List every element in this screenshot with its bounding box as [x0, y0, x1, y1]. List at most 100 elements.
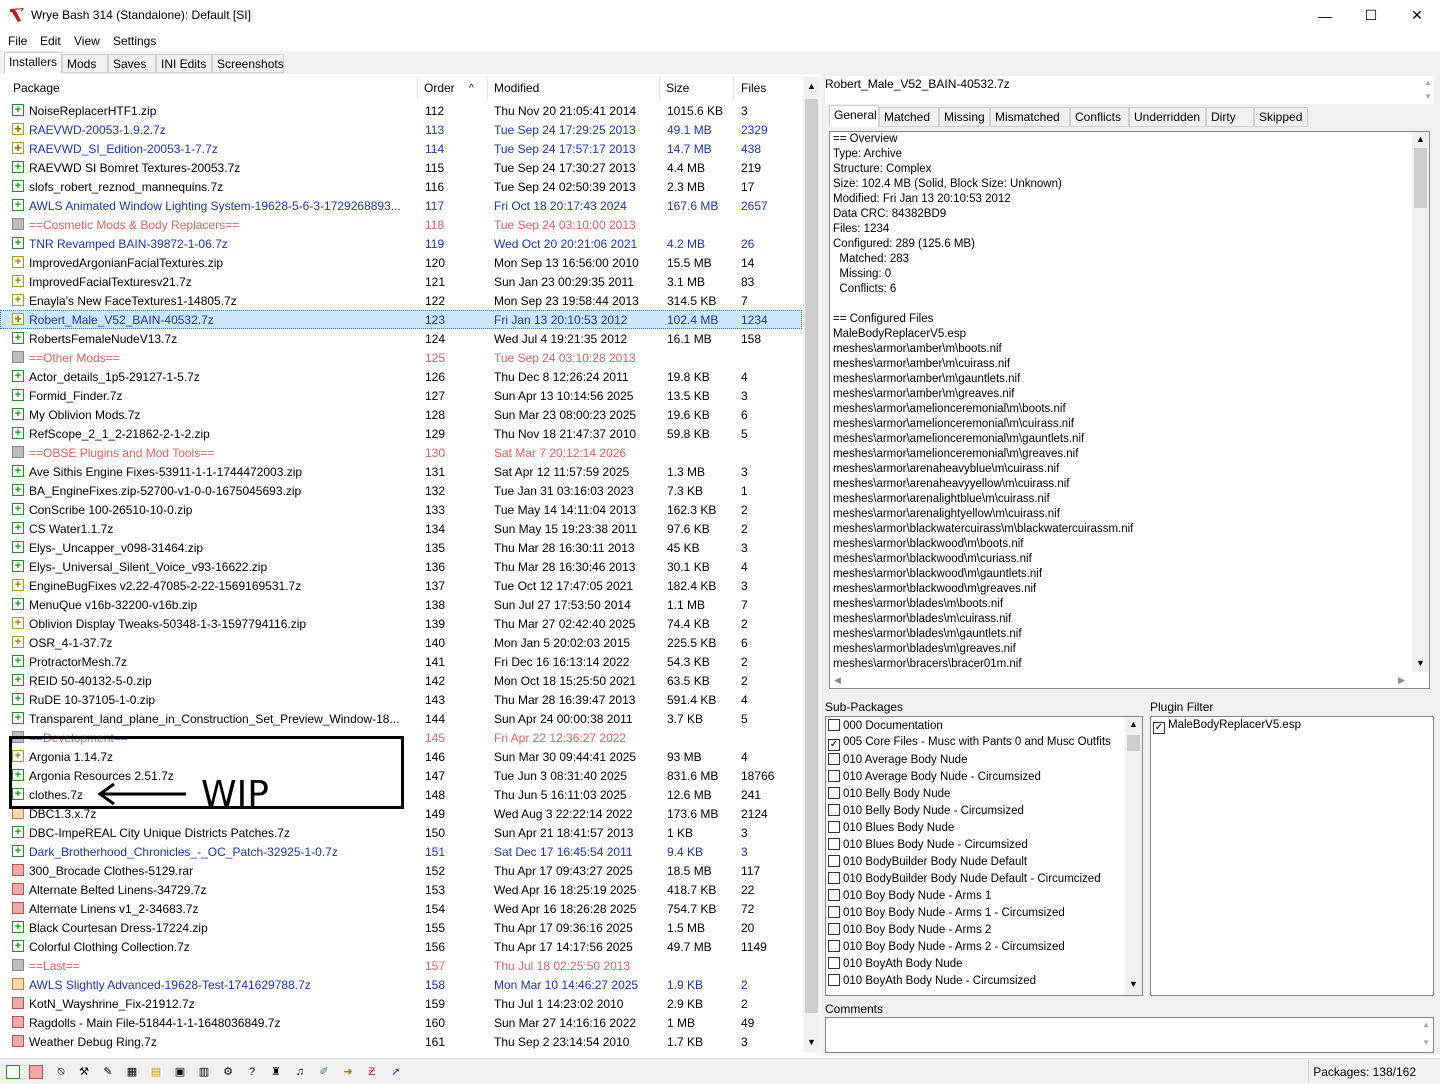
package-row[interactable]: + ProtractorMesh.7z 141 Fri Dec 16 16:13:14… — [0, 652, 802, 671]
package-status-checkbox-icon[interactable]: + — [12, 636, 24, 648]
package-row[interactable]: + Formid_Finder.7z 127 Sun Apr 13 10:14:56 … — [0, 386, 802, 405]
package-row[interactable]: + BA_EngineFixes.zip-52700-v1-0-0-1675045… — [0, 481, 802, 500]
package-row[interactable]: + RobertsFemaleNudeV13.7z 124 Wed Jul 4 19:… — [0, 329, 802, 348]
package-row[interactable]: 300_Brocade Clothes-5129.rar 152 Thu Apr 1… — [0, 861, 802, 880]
package-status-checkbox-icon[interactable] — [12, 997, 24, 1009]
package-status-checkbox-icon[interactable]: + — [12, 845, 24, 857]
tab-general[interactable]: General — [829, 105, 879, 127]
package-row[interactable]: Alternate Linens v1_2-34683.7z 154 Wed Apr… — [0, 899, 802, 918]
column-header-order[interactable]: Order — [424, 77, 455, 100]
red-checkbox-icon[interactable] — [29, 1065, 43, 1079]
package-row[interactable]: + EngineBugFixes v2.22-47085-2-22-1569169… — [0, 576, 802, 595]
headphones-icon[interactable]: ♫ — [293, 1065, 307, 1079]
gear-icon[interactable]: ⚙ — [221, 1065, 235, 1079]
column-separator[interactable] — [659, 77, 660, 100]
package-row[interactable]: + ImprovedFacialTexturesv21.7z 121 Sun Jan … — [0, 272, 802, 291]
checkbox-icon[interactable] — [828, 923, 840, 935]
package-status-checkbox-icon[interactable] — [12, 902, 24, 914]
maximize-button[interactable]: ☐ — [1348, 0, 1394, 31]
checkbox-icon[interactable] — [828, 719, 840, 731]
package-status-checkbox-icon[interactable]: + — [12, 522, 24, 534]
tab-skipped[interactable]: Skipped — [1254, 107, 1308, 127]
column-header-modified[interactable]: Modified — [494, 77, 539, 100]
package-row[interactable]: Ragdolls - Main File-51844-1-1-164803684… — [0, 1013, 802, 1032]
subpackage-item[interactable]: 010 BoyAth Body Nude - Circumsized — [828, 974, 1036, 991]
general-info-text[interactable]: ▲ ▼ ▶ ◀ == Overview Type: Archive Structur… — [829, 131, 1430, 689]
column-header-package[interactable]: Package — [13, 77, 60, 100]
scroll-up-icon[interactable]: ▲ — [1424, 78, 1432, 87]
tab-mods[interactable]: Mods — [62, 54, 108, 73]
package-status-checkbox-icon[interactable]: + — [12, 275, 24, 287]
checkbox-icon[interactable] — [828, 872, 840, 884]
checkbox-icon[interactable] — [828, 787, 840, 799]
package-status-checkbox-icon[interactable]: + — [12, 693, 24, 705]
package-row[interactable]: ==Last== 157 Thu Jul 18 02:25:50 2013 — [0, 956, 802, 975]
package-row[interactable]: + Ave Sithis Engine Fixes-53911-1-1-17444… — [0, 462, 802, 481]
package-status-checkbox-icon[interactable] — [12, 1016, 24, 1028]
folder-icon[interactable]: ▤ — [149, 1065, 163, 1079]
package-row[interactable]: + Actor_details_1p5-29127-1-5.7z 126 Thu De… — [0, 367, 802, 386]
package-status-checkbox-icon[interactable]: + — [12, 921, 24, 933]
checkbox-icon[interactable] — [828, 906, 840, 918]
scroll-down-icon[interactable]: ▼ — [1424, 92, 1432, 101]
tab-ini-edits[interactable]: INI Edits — [156, 54, 212, 73]
package-status-checkbox-icon[interactable]: + — [12, 940, 24, 952]
package-status-checkbox-icon[interactable] — [12, 351, 24, 363]
tab-conflicts[interactable]: Conflicts — [1070, 107, 1129, 127]
construction-set-icon[interactable]: ⚒ — [77, 1065, 91, 1079]
scroll-up-icon[interactable]: ▲ — [807, 81, 816, 91]
scrollbar-thumb[interactable] — [805, 99, 818, 1013]
column-separator[interactable] — [487, 77, 488, 100]
launcher-icon[interactable]: ➚ — [389, 1065, 403, 1079]
package-row[interactable]: + AWLS Animated Window Lighting System-19… — [0, 196, 802, 215]
package-row[interactable]: + DBC-ImpeREAL City Unique Districts Patc… — [0, 823, 802, 842]
package-row[interactable]: + REID 50-40132-5-0.zip 142 Mon Oct 18 15:2… — [0, 671, 802, 690]
menu-view[interactable]: View — [74, 34, 100, 48]
package-row[interactable]: ✚ RAEVWD-20053-1.9.2.7z 113 Tue Sep 24 17:2… — [0, 120, 802, 139]
subpackage-item[interactable]: 010 Boy Body Nude - Arms 1 - Circumsized — [828, 906, 1065, 923]
package-row[interactable]: + Transparent_land_plane_in_Construction_… — [0, 709, 802, 728]
package-status-checkbox-icon[interactable]: ✚ — [12, 142, 24, 154]
package-status-checkbox-icon[interactable]: + — [12, 826, 24, 838]
scroll-up-icon[interactable]: ▲ — [1416, 134, 1425, 144]
package-row[interactable]: + Elys-_Uncapper_v098-31464.zip 135 Thu Mar… — [0, 538, 802, 557]
package-status-checkbox-icon[interactable]: + — [12, 294, 24, 306]
minimize-button[interactable]: — — [1302, 0, 1348, 31]
scroll-down-icon[interactable]: ▼ — [1129, 979, 1138, 989]
checkbox-icon[interactable] — [828, 974, 840, 986]
subpackage-item[interactable]: 010 Belly Body Nude — [828, 787, 950, 804]
package-row[interactable]: + Black Courtesan Dress-17224.zip 155 Thu A… — [0, 918, 802, 937]
package-status-checkbox-icon[interactable] — [12, 959, 24, 971]
document-icon[interactable]: ▥ — [197, 1065, 211, 1079]
subpackage-item[interactable]: 010 BodyBuilder Body Nude Default — [828, 855, 1027, 872]
subpackage-item[interactable]: 010 Blues Body Nude - Circumsized — [828, 838, 1028, 855]
checkbox-icon[interactable] — [828, 821, 840, 833]
scrollbar-thumb[interactable] — [1414, 148, 1427, 208]
subpackage-item[interactable]: 010 Average Body Nude — [828, 753, 967, 770]
subpackage-item[interactable]: 010 Boy Body Nude - Arms 1 — [828, 889, 991, 906]
package-status-checkbox-icon[interactable]: + — [12, 332, 24, 344]
menu-edit[interactable]: Edit — [40, 34, 61, 48]
scroll-down-icon[interactable]: ▼ — [807, 1037, 816, 1047]
subpackage-item[interactable]: 010 Boy Body Nude - Arms 2 - Circumsized — [828, 940, 1065, 957]
export-icon[interactable]: ➜ — [341, 1065, 355, 1079]
package-status-checkbox-icon[interactable]: ✚ — [12, 313, 24, 325]
tab-underridden[interactable]: Underridden — [1129, 107, 1206, 127]
package-row[interactable]: + Oblivion Display Tweaks-50348-1-3-15977… — [0, 614, 802, 633]
package-row[interactable]: + slofs_robert_reznod_mannequins.7z 116 Tue… — [0, 177, 802, 196]
scroll-right-icon[interactable]: ▶ — [1398, 675, 1405, 686]
tab-missing[interactable]: Missing — [939, 107, 990, 127]
checkbox-icon[interactable] — [828, 753, 840, 765]
package-status-checkbox-icon[interactable] — [12, 446, 24, 458]
menu-settings[interactable]: Settings — [113, 34, 156, 48]
checkbox-icon[interactable] — [828, 838, 840, 850]
package-row[interactable]: AWLS Slightly Advanced-19628-Test-174162… — [0, 975, 802, 994]
package-status-checkbox-icon[interactable]: + — [12, 655, 24, 667]
package-row[interactable]: Alternate Belted Linens-34729.7z 153 Wed A… — [0, 880, 802, 899]
menu-file[interactable]: File — [8, 34, 27, 48]
package-status-checkbox-icon[interactable]: + — [12, 484, 24, 496]
tes4edit-icon[interactable]: ✎ — [101, 1065, 115, 1079]
package-status-checkbox-icon[interactable]: + — [12, 370, 24, 382]
subpackage-item[interactable]: 010 Average Body Nude - Circumsized — [828, 770, 1041, 787]
package-row[interactable]: + ConScribe 100-26510-10-0.zip 133 Tue May … — [0, 500, 802, 519]
